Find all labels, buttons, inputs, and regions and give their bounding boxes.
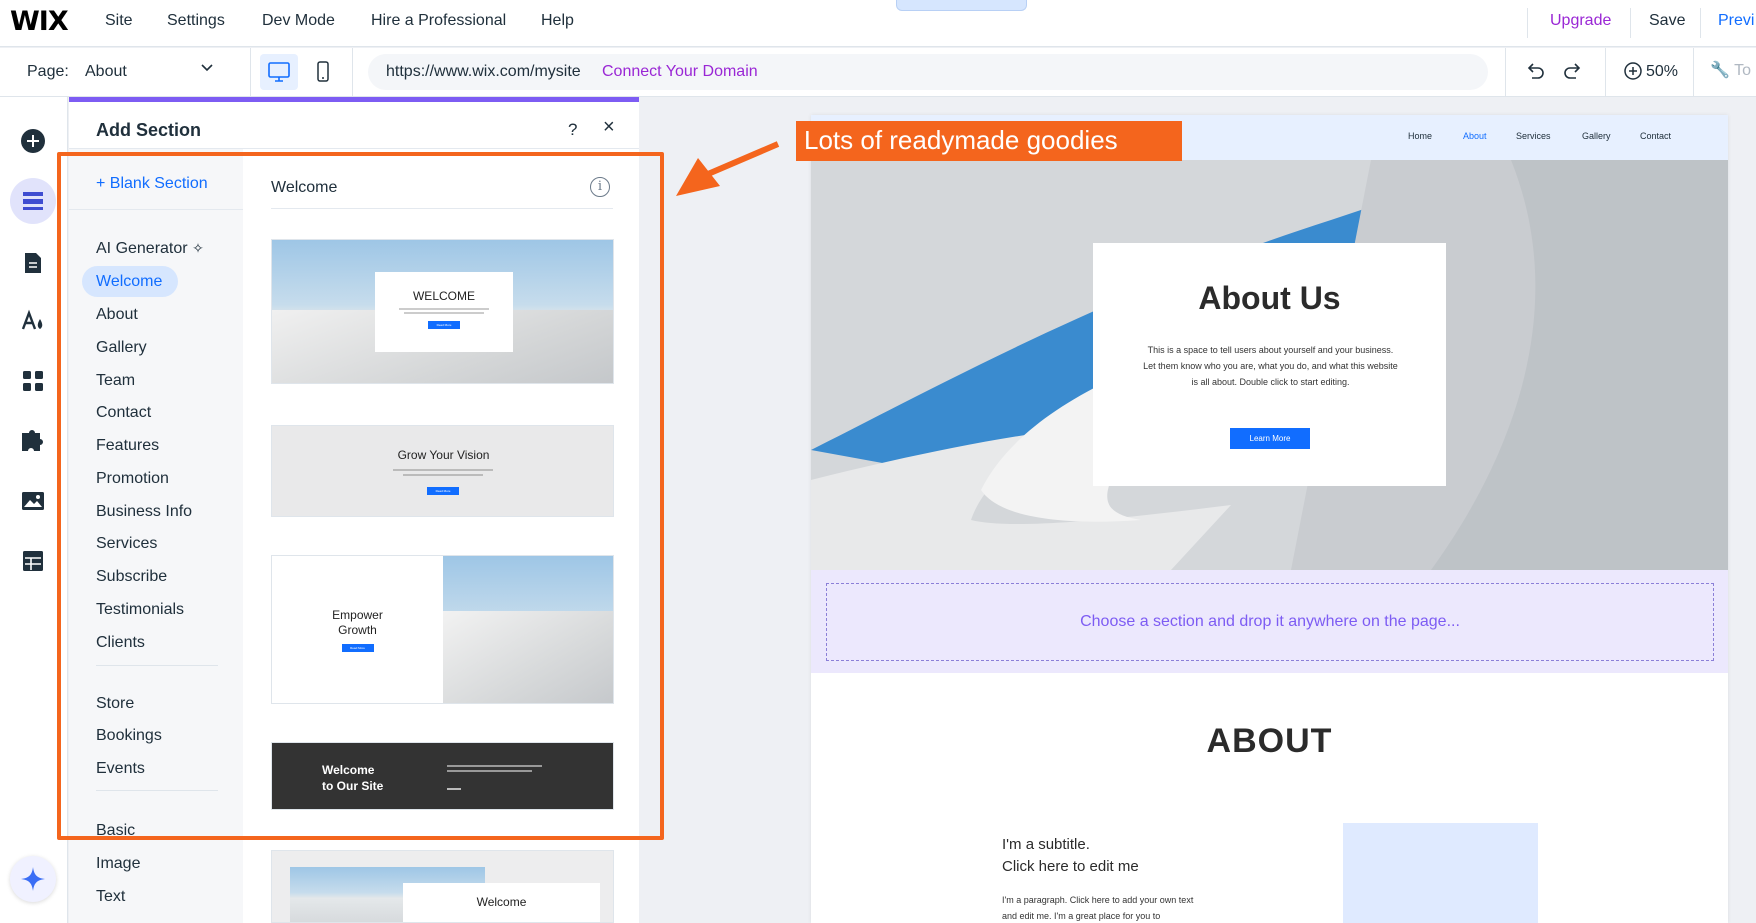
tools-label: To	[1734, 62, 1751, 79]
divider	[352, 48, 353, 97]
puzzle-icon	[20, 429, 46, 453]
plus-circle-icon	[20, 128, 46, 154]
design-icon	[20, 309, 46, 333]
thumb-title: Welcome	[403, 895, 600, 909]
category-image[interactable]: Image	[96, 855, 140, 873]
thumb-card: Welcome	[403, 883, 600, 923]
about-heading[interactable]: ABOUT	[811, 722, 1728, 761]
desktop-view-button[interactable]	[260, 54, 298, 90]
panel-title: Add Section	[96, 120, 201, 141]
table-icon	[22, 550, 44, 572]
menu-hire-professional[interactable]: Hire a Professional	[371, 12, 506, 30]
divider	[250, 48, 251, 97]
hero-paragraph[interactable]: This is a space to tell users about your…	[1143, 342, 1398, 390]
divider	[1505, 48, 1506, 97]
about-subtitle[interactable]: I'm a subtitle. Click here to edit me	[1002, 834, 1139, 878]
about-subtitle-line-1: I'm a subtitle.	[1002, 836, 1090, 853]
wrench-icon: 🔧	[1710, 62, 1730, 79]
add-section-button[interactable]	[10, 178, 56, 224]
panel-accent-bar	[69, 97, 639, 102]
page-label: Page:	[27, 63, 69, 81]
about-image-placeholder[interactable]	[1343, 823, 1538, 923]
desktop-icon	[260, 54, 298, 90]
divider	[1527, 8, 1528, 38]
section-template-welcome-5[interactable]: Welcome	[271, 850, 614, 923]
zoom-level[interactable]: 50%	[1646, 63, 1678, 81]
sparkle-icon	[19, 865, 47, 893]
grid-icon	[22, 370, 44, 392]
pages-button[interactable]	[10, 240, 56, 286]
divider	[1630, 8, 1631, 38]
divider	[1605, 48, 1606, 97]
media-button[interactable]	[10, 478, 56, 524]
highlight-box	[57, 152, 664, 840]
wix-logo[interactable]: WIX	[10, 6, 68, 37]
sections-icon	[21, 190, 45, 212]
redo-icon[interactable]	[1562, 60, 1584, 82]
cms-button[interactable]	[10, 538, 56, 584]
chevron-down-icon[interactable]	[200, 60, 214, 74]
divider	[1693, 48, 1694, 97]
image-icon	[21, 491, 45, 511]
menu-dev-mode[interactable]: Dev Mode	[262, 12, 335, 30]
close-button[interactable]: ×	[603, 116, 615, 139]
chevron-up-icon: ⌃	[956, 0, 965, 6]
zoom-in-icon[interactable]	[1622, 60, 1644, 82]
about-paragraph[interactable]: I'm a paragraph. Click here to add your …	[1002, 892, 1202, 923]
menu-help[interactable]: Help	[541, 12, 574, 30]
page-icon	[23, 251, 43, 275]
category-text[interactable]: Text	[96, 888, 125, 906]
help-button[interactable]: ?	[568, 120, 577, 140]
about-subtitle-line-2: Click here to edit me	[1002, 858, 1139, 875]
collapse-toolbar-tab[interactable]: ⌃	[896, 0, 1027, 11]
learn-more-button[interactable]: Learn More	[1230, 428, 1310, 449]
upgrade-button[interactable]: Upgrade	[1550, 12, 1611, 30]
preview-button[interactable]: Previ	[1718, 12, 1754, 30]
site-nav-services[interactable]: Services	[1516, 131, 1551, 141]
arrow-icon	[668, 138, 780, 200]
page-selector[interactable]: About	[85, 63, 127, 81]
annotation-callout: Lots of readymade goodies	[796, 121, 1182, 161]
site-nav-about[interactable]: About	[1463, 131, 1487, 141]
connect-domain-link[interactable]: Connect Your Domain	[602, 63, 758, 81]
menu-site[interactable]: Site	[105, 12, 133, 30]
tools-button[interactable]: 🔧 To	[1710, 60, 1751, 80]
divider	[1700, 8, 1701, 38]
design-button[interactable]	[10, 298, 56, 344]
hero-title[interactable]: About Us	[1093, 280, 1446, 317]
site-nav-contact[interactable]: Contact	[1640, 131, 1671, 141]
save-button[interactable]: Save	[1649, 12, 1685, 30]
business-apps-button[interactable]	[10, 418, 56, 464]
section-drop-zone[interactable]: Choose a section and drop it anywhere on…	[826, 583, 1714, 661]
drop-zone-label: Choose a section and drop it anywhere on…	[1080, 613, 1460, 631]
mobile-view-button[interactable]	[306, 54, 340, 90]
site-url: https://www.wix.com/mysite	[386, 63, 581, 81]
site-nav-home[interactable]: Home	[1408, 131, 1432, 141]
site-nav-gallery[interactable]: Gallery	[1582, 131, 1611, 141]
add-elements-button[interactable]	[10, 118, 56, 164]
menu-settings[interactable]: Settings	[167, 12, 225, 30]
undo-icon[interactable]	[1524, 60, 1546, 82]
ai-assistant-button[interactable]	[10, 856, 56, 902]
apps-button[interactable]	[10, 358, 56, 404]
mobile-icon	[306, 54, 340, 90]
